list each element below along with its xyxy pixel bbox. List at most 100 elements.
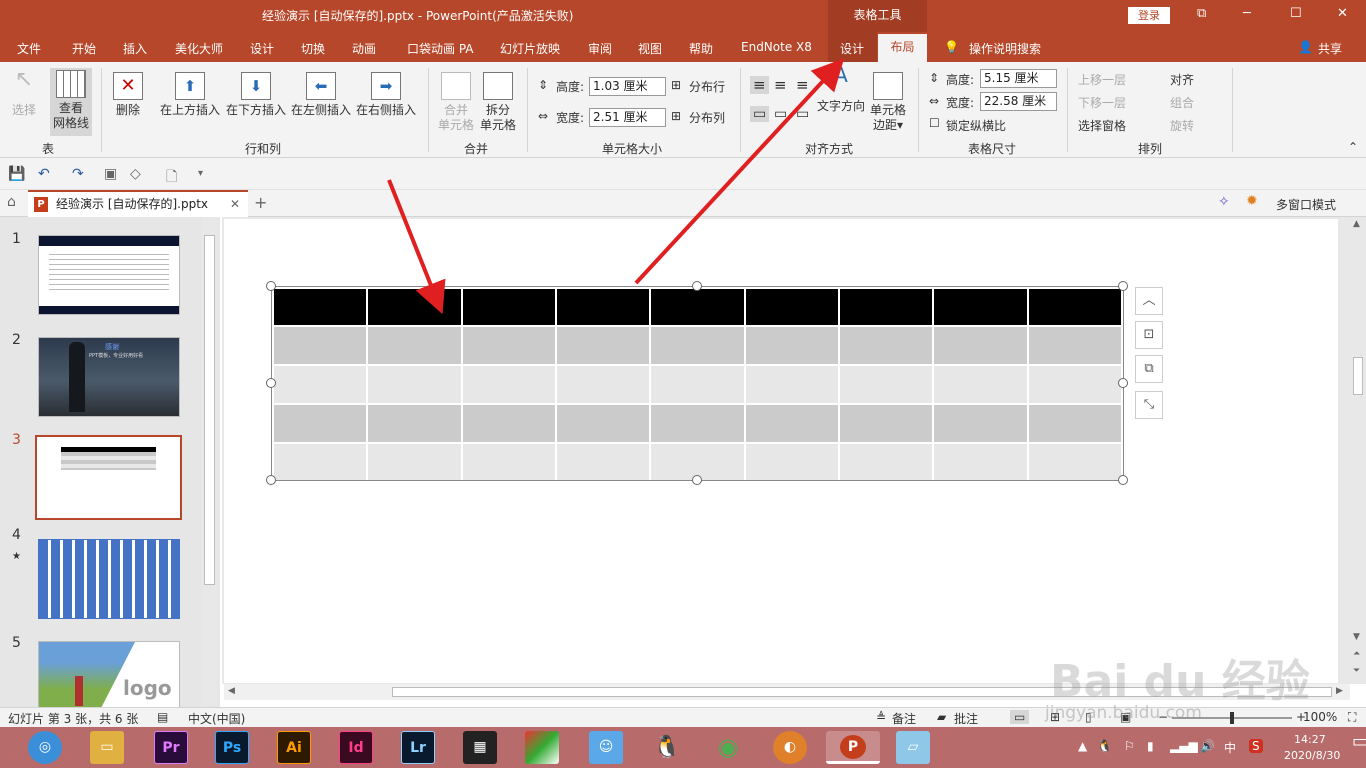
distribute-cols-button[interactable]: 分布列: [689, 109, 725, 126]
tab-slideshow[interactable]: 幻灯片放映: [500, 40, 560, 57]
notes-button[interactable]: 备注: [892, 710, 916, 727]
insert-below-button[interactable]: ⬇ 在下方插入: [226, 72, 286, 118]
close-icon[interactable]: ✕: [1337, 6, 1348, 21]
resize-handle[interactable]: [692, 281, 702, 291]
fit-slide-icon[interactable]: ⛶: [1348, 710, 1356, 725]
delete-button[interactable]: ✕ 删除: [113, 72, 143, 118]
new-file-icon[interactable]: 🗋: [166, 166, 177, 190]
merge-cells-button[interactable]: 合并 单元格: [438, 72, 474, 133]
resize-handle[interactable]: [266, 475, 276, 485]
notification-icon[interactable]: ▭: [1352, 731, 1366, 752]
video-editor-icon[interactable]: ▦: [463, 731, 497, 764]
table-height-input[interactable]: 5.15 厘米: [980, 69, 1057, 88]
insert-right-button[interactable]: ➡ 在右侧插入: [356, 72, 416, 118]
rotate-button[interactable]: 旋转: [1170, 117, 1194, 134]
home-icon[interactable]: ⌂: [7, 194, 16, 210]
expand-icon[interactable]: ⤡: [1135, 391, 1163, 419]
slide-pane-scrollbar[interactable]: [202, 219, 217, 705]
group-button[interactable]: 组合: [1170, 94, 1194, 111]
align-bottom-icon[interactable]: ▭: [796, 106, 809, 122]
tab-design[interactable]: 设计: [250, 40, 274, 57]
slide-thumbnail-3-selected[interactable]: [35, 435, 182, 520]
next-slide-icon[interactable]: ⏷: [1353, 666, 1360, 676]
customize-qat-icon[interactable]: ▾: [198, 168, 203, 179]
select-button[interactable]: ↖ 选择: [12, 69, 36, 118]
resize-handle[interactable]: [1118, 378, 1128, 388]
tab-animations[interactable]: 动画: [352, 40, 376, 57]
indesign-app-icon[interactable]: Id: [339, 731, 373, 764]
ime-indicator[interactable]: 中: [1224, 739, 1236, 756]
slide-thumbnail-1[interactable]: [38, 235, 180, 315]
login-button[interactable]: 登录: [1128, 7, 1170, 24]
lightroom-app-icon[interactable]: Lr: [401, 731, 435, 764]
multi-window-button[interactable]: 多窗口模式: [1276, 196, 1336, 213]
tray-expand-icon[interactable]: ▲: [1078, 739, 1087, 753]
layout-options-icon[interactable]: ⊡: [1135, 321, 1163, 349]
notes-app-icon[interactable]: ▱: [896, 731, 930, 764]
tab-pocket-animation[interactable]: 口袋动画 PA: [407, 40, 474, 57]
send-backward-button[interactable]: 下移一层: [1078, 94, 1126, 111]
search-app-icon[interactable]: ◎: [28, 731, 62, 764]
selection-pane-button[interactable]: 选择窗格: [1078, 117, 1126, 134]
illustrator-app-icon[interactable]: Ai: [277, 731, 311, 764]
slide-table[interactable]: [271, 287, 1124, 483]
spellcheck-icon[interactable]: ▤: [157, 710, 168, 724]
comments-button[interactable]: 批注: [954, 710, 978, 727]
resize-handle[interactable]: [692, 475, 702, 485]
volume-icon[interactable]: 🔊: [1200, 739, 1215, 753]
insert-above-button[interactable]: ⬆ 在上方插入: [160, 72, 220, 118]
undo-icon[interactable]: ↶: [38, 166, 50, 182]
resize-handle[interactable]: [1118, 281, 1128, 291]
battery-icon[interactable]: ▮: [1147, 739, 1154, 753]
magic-icon[interactable]: ✧: [1218, 194, 1230, 210]
zoom-level[interactable]: 100%: [1303, 710, 1337, 724]
scroll-right-icon[interactable]: ▶: [1336, 686, 1343, 696]
tray-flag-icon[interactable]: ⚐: [1124, 739, 1135, 753]
slide-thumbnail-4[interactable]: [38, 539, 180, 619]
previous-slide-icon[interactable]: ⏶: [1353, 649, 1360, 659]
resize-handle[interactable]: [266, 378, 276, 388]
document-tab[interactable]: P 经验演示 [自动保存的].pptx ✕: [28, 190, 248, 217]
powerpoint-taskbar-icon[interactable]: P: [826, 731, 880, 764]
chrome-app-icon[interactable]: ◉: [711, 731, 745, 764]
maximize-icon[interactable]: ☐: [1290, 6, 1302, 21]
language-status[interactable]: 中文(中国): [188, 710, 245, 727]
photoshop-app-icon[interactable]: Ps: [215, 731, 249, 764]
tab-home[interactable]: 开始: [72, 40, 96, 57]
chat-app-icon[interactable]: ☺: [589, 731, 623, 764]
slide-thumbnail-5[interactable]: logo: [38, 641, 180, 711]
zoom-slider-thumb[interactable]: [1230, 712, 1234, 724]
clock-time[interactable]: 14:27: [1294, 733, 1326, 746]
scrollbar-thumb[interactable]: [204, 235, 215, 585]
redo-icon[interactable]: ↷: [72, 166, 84, 182]
from-beginning-icon[interactable]: ▣: [104, 166, 117, 182]
split-cells-button[interactable]: 拆分 单元格: [480, 72, 516, 133]
minimize-icon[interactable]: ─: [1243, 6, 1251, 21]
file-explorer-icon[interactable]: ▭: [90, 731, 124, 764]
align-left-icon[interactable]: ≡: [750, 76, 769, 94]
align-center-icon[interactable]: ≡: [774, 76, 787, 94]
collapse-ribbon-icon[interactable]: ⌃: [1348, 140, 1358, 154]
lock-aspect-checkbox[interactable]: ☐: [929, 116, 940, 130]
align-right-icon[interactable]: ≡: [796, 76, 809, 94]
cell-margins-button[interactable]: 单元格 边距▾: [870, 72, 906, 133]
slide-thumbnail-2[interactable]: 感谢 PPT模板，专业好用好看: [38, 337, 180, 417]
align-middle-icon[interactable]: ▭: [774, 106, 787, 122]
clock-date[interactable]: 2020/8/30: [1284, 749, 1340, 762]
tab-beautify[interactable]: 美化大师: [175, 40, 223, 57]
align-top-icon[interactable]: ▭: [750, 106, 770, 122]
cell-width-input[interactable]: 2.51 厘米: [589, 108, 666, 127]
tab-review[interactable]: 审阅: [588, 40, 612, 57]
cell-height-input[interactable]: 1.03 厘米: [589, 77, 666, 96]
save-icon[interactable]: 💾: [8, 166, 25, 182]
color-app-icon[interactable]: [525, 731, 559, 764]
scrollbar-thumb[interactable]: [1353, 357, 1363, 395]
tell-me-search[interactable]: 操作说明搜索: [969, 40, 1041, 57]
collapse-chevron-icon[interactable]: ︿: [1135, 287, 1163, 315]
tab-endnote[interactable]: EndNote X8: [741, 40, 812, 54]
qq-app-icon[interactable]: 🐧: [650, 731, 684, 764]
restore-ribbon-icon[interactable]: ⧉: [1197, 6, 1206, 21]
tab-transitions[interactable]: 切换: [301, 40, 325, 57]
tab-view[interactable]: 视图: [638, 40, 662, 57]
share-button[interactable]: 共享: [1318, 40, 1342, 57]
